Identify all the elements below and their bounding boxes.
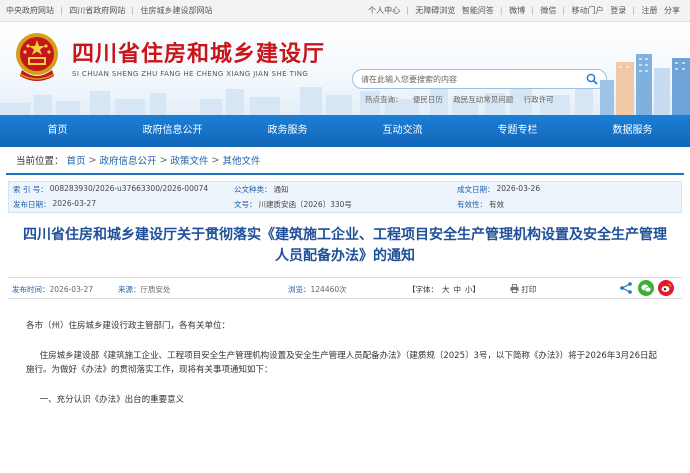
top-bar: 中央政府网站 | 四川省政府网站 | 住房城乡建设部网站 个人中心 | 无障碍浏览 智…: [0, 0, 690, 22]
hot-link-license[interactable]: 行政许可: [524, 95, 554, 104]
article-info-bar: 发布时间：2026-03-27 来源：厅质安处 浏览：124460次 【字体： 大…: [8, 277, 682, 299]
source-value: 厅质安处: [140, 285, 171, 294]
breadcrumb: 当前位置： 首页 > 政府信息公开 > 政策文件 > 其他文件: [6, 147, 684, 175]
font-size-label: 【字体：: [408, 285, 438, 294]
share-icon[interactable]: [618, 280, 634, 296]
article-paragraph: 各市（州）住房城乡建设行政主管部门，各有关单位：: [26, 321, 231, 331]
login-link[interactable]: 登录: [610, 6, 626, 15]
meta-row: 发布日期： 2026-03-27 文号： 川建质安函〔2026〕330号 有效性…: [9, 197, 681, 212]
font-size-close: 】: [472, 285, 481, 294]
sichuan-gov-link[interactable]: 四川省政府网站: [69, 6, 125, 15]
meta-category: 公文种类： 通知: [234, 184, 457, 195]
site-title[interactable]: 四川省住房和城乡建设厅: [72, 36, 325, 68]
font-size-large[interactable]: 大: [442, 285, 450, 294]
meta-validity-label: 有效性：: [457, 200, 487, 209]
meta-doc-no-label: 文号：: [234, 200, 257, 209]
register-link[interactable]: 注册: [641, 6, 657, 15]
top-bar-left-links: 中央政府网站 | 四川省政府网站 | 住房城乡建设部网站: [6, 6, 213, 15]
meta-validity-value: 有效: [489, 200, 504, 209]
skyline-decoration: [0, 85, 593, 115]
site-header: 四川省住房和城乡建设厅 SI CHUAN SHENG ZHU FANG HE C…: [0, 22, 690, 115]
breadcrumb-gov-info[interactable]: 政府信息公开: [100, 153, 157, 167]
meta-created: 成文日期： 2026-03-26: [457, 184, 540, 195]
document-meta-table: 索 引 号： 008283930/2026-u37663300/2026-000…: [8, 181, 682, 213]
printer-icon: [510, 284, 519, 293]
font-size-controls: 【字体： 大中小】: [408, 284, 480, 295]
nav-special-topics[interactable]: 专题专栏: [460, 115, 575, 147]
meta-category-value: 通知: [273, 185, 289, 194]
article-body: 各市（州）住房城乡建设行政主管部门，各有关单位： 住房城乡建设部《建筑施工企业、…: [26, 319, 664, 407]
breadcrumb-label: 当前位置：: [16, 156, 64, 167]
main-nav: 首页 政府信息公开 政务服务 互动交流 专题专栏 数据服务: [0, 115, 690, 147]
mobile-portal-link[interactable]: 移动门户: [572, 6, 604, 15]
nav-home[interactable]: 首页: [0, 115, 115, 147]
top-bar-right-links: 个人中心 | 无障碍浏览 智能问答 | 微博 | 微信 | 移动门户 登录 | 注册 分享: [368, 6, 680, 15]
buildings-decoration: [600, 54, 690, 115]
views: 浏览：124460次: [288, 284, 347, 295]
article-paragraph: 住房城乡建设部《建筑施工企业、工程项目安全生产管理机构设置及安全生产管理人员配备…: [26, 351, 657, 375]
personal-center-link[interactable]: 个人中心: [368, 6, 400, 15]
hot-queries: 热点查询： 便民日历 政民互动常见问题 行政许可: [365, 94, 562, 105]
search-input[interactable]: [361, 74, 586, 84]
hot-label: 热点查询：: [365, 95, 403, 104]
breadcrumb-home[interactable]: 首页: [67, 153, 86, 167]
nav-gov-info[interactable]: 政府信息公开: [115, 115, 230, 147]
views-label: 浏览：: [288, 285, 311, 294]
national-emblem-icon: [16, 33, 58, 81]
share-buttons: [618, 280, 674, 296]
breadcrumb-other-docs[interactable]: 其他文件: [222, 153, 260, 167]
meta-published: 发布日期： 2026-03-27: [9, 199, 234, 210]
meta-created-value: 2026-03-26: [496, 184, 541, 193]
meta-index-no-value: 008283930/2026-u37663300/2026-00074: [49, 184, 209, 193]
meta-doc-no: 文号： 川建质安函〔2026〕330号: [234, 199, 457, 210]
hot-link-calendar[interactable]: 便民日历: [413, 95, 443, 104]
publish-time-value: 2026-03-27: [49, 285, 94, 294]
print-label: 打印: [521, 285, 537, 294]
meta-created-label: 成文日期：: [457, 185, 495, 194]
nav-data-service[interactable]: 数据服务: [575, 115, 690, 147]
article-paragraph: 一、充分认识《办法》出台的重要意义: [39, 395, 185, 405]
weibo-icon[interactable]: [658, 280, 674, 296]
meta-validity: 有效性： 有效: [457, 199, 504, 210]
wechat-icon[interactable]: [638, 280, 654, 296]
meta-published-value: 2026-03-27: [52, 199, 97, 208]
meta-index-no: 索 引 号： 008283930/2026-u37663300/2026-000…: [9, 184, 234, 195]
breadcrumb-separator: >: [211, 154, 220, 166]
hot-link-faq[interactable]: 政民互动常见问题: [453, 95, 513, 104]
site-pinyin: SI CHUAN SHENG ZHU FANG HE CHENG XIANG J…: [72, 70, 309, 78]
breadcrumb-separator: >: [159, 154, 168, 166]
article-title: 四川省住房和城乡建设厅关于贯彻落实《建筑施工企业、工程项目安全生产管理机构设置及…: [23, 227, 667, 264]
meta-category-label: 公文种类：: [234, 185, 272, 194]
nav-gov-service[interactable]: 政务服务: [230, 115, 345, 147]
meta-published-label: 发布日期：: [13, 200, 51, 209]
print-button[interactable]: 打印: [510, 284, 536, 295]
smart-qa-link[interactable]: 智能问答: [462, 6, 494, 15]
font-size-small[interactable]: 小: [465, 285, 473, 294]
search-box: [352, 69, 607, 89]
source-label: 来源：: [118, 285, 141, 294]
meta-row: 索 引 号： 008283930/2026-u37663300/2026-000…: [9, 182, 681, 197]
source: 来源：厅质安处: [118, 284, 171, 295]
views-value: 124460次: [310, 285, 347, 294]
central-gov-link[interactable]: 中央政府网站: [6, 6, 54, 15]
wechat-link[interactable]: 微信: [540, 6, 556, 15]
nav-interaction[interactable]: 互动交流: [345, 115, 460, 147]
meta-index-no-label: 索 引 号：: [13, 185, 48, 194]
font-size-medium[interactable]: 中: [454, 285, 462, 294]
search-icon[interactable]: [586, 73, 598, 85]
weibo-link[interactable]: 微博: [509, 6, 525, 15]
breadcrumb-policy-docs[interactable]: 政策文件: [170, 153, 208, 167]
publish-time: 发布时间：2026-03-27: [12, 284, 93, 295]
breadcrumb-separator: >: [88, 154, 97, 166]
mohurd-link[interactable]: 住房城乡建设部网站: [141, 6, 213, 15]
share-link[interactable]: 分享: [664, 6, 680, 15]
meta-doc-no-value: 川建质安函〔2026〕330号: [258, 200, 352, 209]
accessibility-link[interactable]: 无障碍浏览: [415, 6, 455, 15]
publish-time-label: 发布时间：: [12, 285, 50, 294]
